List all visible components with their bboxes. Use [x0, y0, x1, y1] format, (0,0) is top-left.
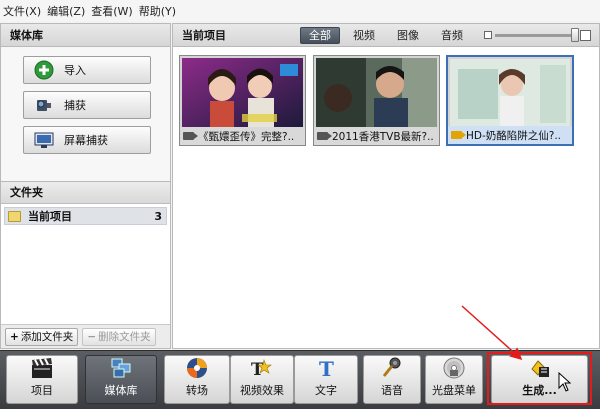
capture-button[interactable]: 捕获 [23, 91, 151, 119]
media-library-label: 媒体库 [104, 384, 138, 397]
text-icon: T [313, 356, 339, 379]
current-project-title: 当前项目 [182, 29, 226, 42]
zoom-in-icon [580, 29, 591, 41]
add-folder-label: 添加文件夹 [20, 331, 74, 343]
clip-caption: 2011香港TVB最新?.. [314, 127, 439, 145]
import-button[interactable]: 导入 [23, 56, 151, 84]
clip-caption: HD-奶酪陷阱之仙?.. [448, 126, 572, 144]
plus-small-icon: + [10, 330, 19, 343]
video-effects-label: 视频效果 [240, 384, 284, 397]
clip-thumbnail [450, 59, 570, 128]
import-label: 导入 [64, 64, 86, 77]
minus-small-icon: − [87, 330, 97, 343]
screen-capture-button[interactable]: 屏幕捕获 [23, 126, 151, 154]
camcorder-icon [34, 95, 54, 115]
screen-capture-icon [34, 130, 54, 150]
current-project-panel: 当前项目 全部 视频 图像 音频 《甄嬛歪传》完整?.. 2011香港TVB最新… [172, 23, 600, 349]
clip-thumbnail [182, 58, 303, 127]
clip-title: 《甄嬛歪传》完整?.. [198, 130, 295, 143]
menu-file[interactable]: 文件(X) [3, 3, 41, 19]
project-button[interactable]: 项目 [6, 355, 78, 404]
folder-title: 文件夹 [1, 182, 170, 204]
zoom-slider[interactable] [484, 27, 591, 42]
screen-capture-label: 屏幕捕获 [64, 134, 108, 147]
delete-folder-button[interactable]: − 删除文件夹 [82, 327, 156, 346]
menu-help[interactable]: 帮助(Y) [139, 3, 176, 19]
media-library-panel: 媒体库 导入 捕获 屏幕捕获 文件夹 当前项目 3 + 添加文件夹 − 删除文件… [0, 23, 171, 349]
folder-icon [8, 210, 21, 222]
project-label: 项目 [31, 384, 53, 397]
clip-caption: 《甄嬛歪传》完整?.. [180, 127, 305, 145]
folder-count: 3 [154, 209, 162, 223]
folder-name: 当前项目 [28, 210, 72, 223]
zoom-thumb[interactable] [571, 27, 579, 42]
clip-item-selected[interactable]: HD-奶酪陷阱之仙?.. [446, 55, 574, 146]
add-folder-button[interactable]: + 添加文件夹 [5, 327, 79, 346]
clip-title: 2011香港TVB最新?.. [332, 130, 434, 143]
current-project-header: 当前项目 全部 视频 图像 音频 [173, 24, 599, 47]
plus-icon [34, 60, 54, 80]
media-library-title: 媒体库 [1, 24, 170, 47]
menu-view[interactable]: 查看(W) [91, 3, 132, 19]
mouse-cursor-icon [558, 372, 572, 392]
disc-menu-label: 光盘菜单 [432, 384, 476, 397]
clip-thumbnail [316, 58, 437, 127]
video-clip-icon [317, 132, 332, 140]
transition-icon [184, 356, 210, 379]
video-clip-icon [451, 131, 466, 139]
zoom-track[interactable] [495, 27, 579, 42]
zoom-out-icon [484, 31, 492, 39]
tab-video[interactable]: 视频 [344, 27, 384, 44]
folder-actions: + 添加文件夹 − 删除文件夹 [1, 324, 170, 348]
folder-item-current-project[interactable]: 当前项目 3 [4, 207, 167, 225]
tab-all[interactable]: 全部 [300, 26, 340, 44]
transitions-button[interactable]: 转场 [164, 355, 230, 404]
clapperboard-icon [29, 356, 55, 379]
disc-menu-button[interactable]: 光盘菜单 [425, 355, 483, 404]
microphone-icon [379, 356, 405, 379]
tab-audio[interactable]: 音频 [432, 27, 472, 44]
video-clip-icon [183, 132, 198, 140]
menu-bar: 文件(X) 编辑(Z) 查看(W) 帮助(Y) [0, 0, 600, 21]
fx-icon: T [249, 356, 275, 379]
media-library-icon [108, 356, 134, 379]
clip-title: HD-奶酪陷阱之仙?.. [466, 129, 562, 142]
disc-menu-icon [441, 356, 467, 379]
tab-image[interactable]: 图像 [388, 27, 428, 44]
svg-text:T: T [319, 357, 334, 379]
clip-item[interactable]: 2011香港TVB最新?.. [313, 55, 440, 146]
transitions-label: 转场 [186, 384, 208, 397]
text-label: 文字 [315, 384, 337, 397]
video-effects-button[interactable]: T 视频效果 [230, 355, 294, 404]
text-button[interactable]: T 文字 [294, 355, 358, 404]
voice-label: 语音 [381, 384, 403, 397]
voice-button[interactable]: 语音 [363, 355, 421, 404]
media-library-button[interactable]: 媒体库 [85, 355, 157, 404]
produce-highlight-box [487, 352, 592, 405]
library-buttons: 导入 捕获 屏幕捕获 [1, 47, 170, 182]
menu-edit[interactable]: 编辑(Z) [47, 3, 85, 19]
clip-item[interactable]: 《甄嬛歪传》完整?.. [179, 55, 306, 146]
delete-folder-label: 删除文件夹 [98, 331, 151, 343]
capture-label: 捕获 [64, 99, 86, 112]
